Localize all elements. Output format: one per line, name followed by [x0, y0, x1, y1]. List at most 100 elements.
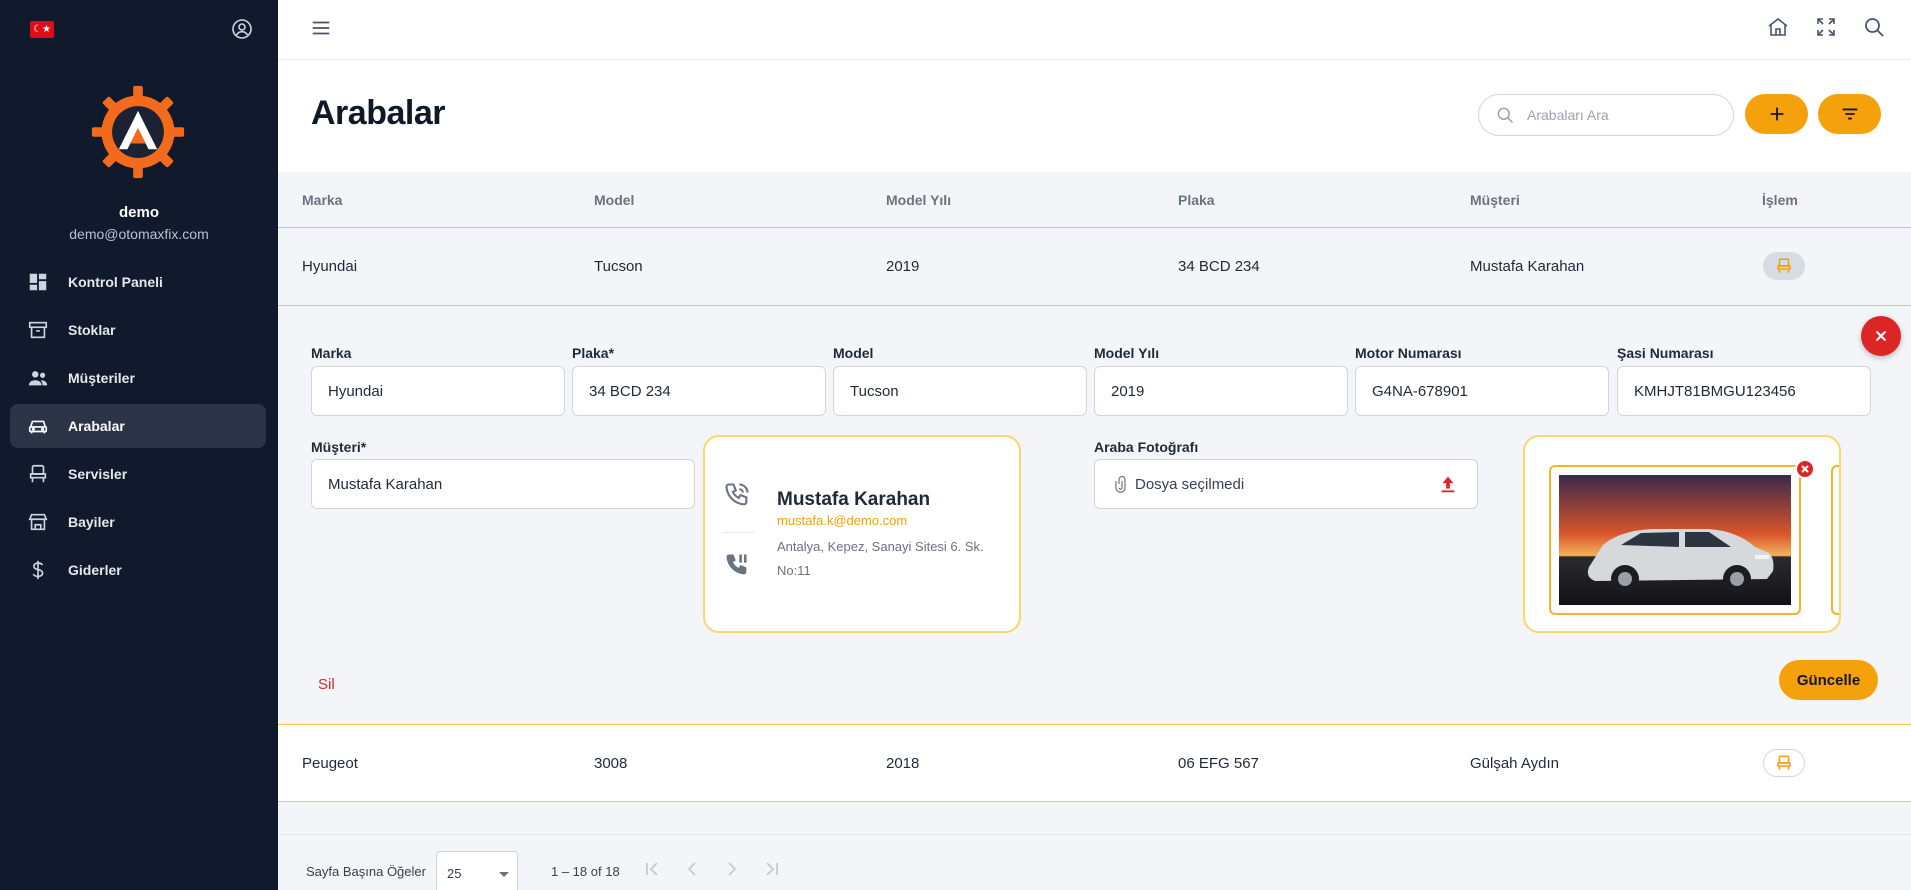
page-size-select[interactable]: 25: [436, 851, 518, 890]
column-header-plaka[interactable]: Plaka: [1178, 192, 1215, 208]
account-circle-icon[interactable]: [230, 17, 254, 41]
sidebar-item-label: Bayiler: [68, 514, 115, 530]
dashboard-icon: [29, 273, 47, 291]
customer-address: Antalya, Kepez, Sanayi Sitesi 6. Sk. No:…: [777, 539, 984, 578]
service-action-button[interactable]: [1763, 749, 1805, 777]
archive-icon: [28, 321, 48, 339]
service-action-button[interactable]: [1763, 252, 1805, 280]
cell-musteri: Mustafa Karahan: [1470, 258, 1585, 275]
label-plaka: Plaka*: [572, 345, 615, 361]
seat-icon: [29, 464, 47, 483]
column-header-model[interactable]: Model: [594, 192, 634, 208]
paginator: Sayfa Başına Öğeler 25 1 – 18 of 18: [278, 834, 1911, 890]
items-per-page-label: Sayfa Başına Öğeler: [306, 864, 426, 879]
app-logo: [91, 85, 185, 179]
home-icon[interactable]: [1766, 15, 1790, 39]
seat-icon: [1777, 755, 1791, 770]
cell-plaka: 06 EFG 567: [1178, 755, 1259, 772]
column-header-model-yili[interactable]: Model Yılı: [886, 192, 951, 208]
user-name: demo: [118, 204, 159, 221]
previous-page-icon[interactable]: [680, 857, 704, 881]
column-header-marka[interactable]: Marka: [302, 192, 342, 208]
filter-button[interactable]: [1818, 94, 1881, 134]
people-icon: [28, 371, 48, 386]
label-araba-fotografi: Araba Fotoğrafı: [1094, 439, 1199, 455]
sidebar-item-label: Kontrol Paneli: [68, 274, 163, 290]
car-icon: [28, 420, 48, 434]
close-icon: [1875, 330, 1887, 342]
remove-photo-button[interactable]: [1795, 459, 1815, 479]
search-input[interactable]: [1527, 107, 1707, 123]
motor-numarasi-field[interactable]: G4NA-678901: [1355, 366, 1609, 416]
car-search[interactable]: [1478, 94, 1734, 136]
table-header: Marka Model Model Yılı Plaka Müşteri İşl…: [278, 172, 1911, 228]
last-page-icon[interactable]: [760, 857, 784, 881]
sidebar: ☾★ demo demo@otomaxfix.com Kontrol Panel…: [0, 0, 278, 890]
plaka-field[interactable]: 34 BCD 234: [572, 366, 826, 416]
add-car-button[interactable]: [1745, 94, 1808, 134]
cars-table: Marka Model Model Yılı Plaka Müşteri İşl…: [278, 172, 1911, 834]
model-field[interactable]: Tucson: [833, 366, 1087, 416]
phone-call-icon: [725, 483, 749, 506]
update-button[interactable]: Güncelle: [1779, 660, 1878, 700]
column-header-musteri[interactable]: Müşteri: [1470, 192, 1520, 208]
sidebar-item-bayiler[interactable]: Bayiler: [10, 500, 266, 544]
label-model: Model: [833, 345, 874, 361]
label-model-yili: Model Yılı: [1094, 345, 1160, 361]
sidebar-item-label: Giderler: [68, 562, 122, 578]
table-row[interactable]: Peugeot 3008 2018 06 EFG 567 Gülşah Aydı…: [278, 724, 1911, 802]
cell-model-yili: 2019: [886, 258, 920, 275]
customer-name: Mustafa Karahan: [777, 489, 931, 510]
fullscreen-icon[interactable]: [1814, 15, 1838, 39]
user-email: demo@otomaxfix.com: [69, 226, 209, 242]
car-photo-gallery: [1523, 435, 1841, 633]
sidebar-item-kontrol-paneli[interactable]: Kontrol Paneli: [10, 260, 266, 304]
next-page-icon[interactable]: [720, 857, 744, 881]
sidebar-item-label: Stoklar: [68, 322, 116, 338]
cell-model-yili: 2018: [886, 755, 920, 772]
musteri-field[interactable]: Mustafa Karahan: [311, 459, 695, 509]
label-musteri: Müşteri*: [311, 439, 367, 455]
label-sasi-numarasi: Şasi Numarası: [1617, 345, 1714, 361]
top-bar: [278, 0, 1911, 60]
sidebar-item-stoklar[interactable]: Stoklar: [10, 308, 266, 352]
sidebar-item-label: Arabalar: [68, 418, 125, 434]
sidebar-item-musteriler[interactable]: Müşteriler: [10, 356, 266, 400]
next-photo-thumbnail[interactable]: [1831, 465, 1839, 615]
car-photo-file-input[interactable]: Dosya seçilmedi: [1094, 459, 1478, 509]
turkish-flag-icon[interactable]: ☾★: [30, 21, 54, 38]
card-divider: [723, 532, 755, 533]
car-photo-image: [1559, 475, 1791, 605]
cell-model: Tucson: [594, 258, 643, 275]
label-marka: Marka: [311, 345, 352, 361]
customer-email[interactable]: mustafa.k@demo.com: [777, 513, 907, 528]
first-page-icon[interactable]: [640, 857, 664, 881]
customer-info-card: Mustafa Karahan mustafa.k@demo.com Antal…: [703, 435, 1021, 633]
close-icon: [1801, 465, 1809, 473]
sidebar-nav: Kontrol Paneli Stoklar Müşteriler Arabal…: [10, 260, 266, 596]
page-title: Arabalar: [311, 94, 445, 132]
page-header: Arabalar: [278, 60, 1911, 172]
car-photo-thumbnail[interactable]: [1549, 465, 1801, 615]
chevron-down-icon: [499, 872, 509, 877]
table-row[interactable]: Hyundai Tucson 2019 34 BCD 234 Mustafa K…: [278, 228, 1911, 306]
cell-musteri: Gülşah Aydın: [1470, 755, 1559, 772]
cell-marka: Peugeot: [302, 755, 358, 772]
model-yili-field[interactable]: 2019: [1094, 366, 1348, 416]
search-icon[interactable]: [1862, 15, 1886, 39]
marka-field[interactable]: Hyundai: [311, 366, 565, 416]
search-icon: [1497, 107, 1514, 124]
cell-marka: Hyundai: [302, 258, 358, 275]
upload-icon[interactable]: [1437, 473, 1459, 495]
car-detail-form: Marka Hyundai Plaka* 34 BCD 234 Model Tu…: [278, 306, 1911, 720]
sasi-numarasi-field[interactable]: KMHJT81BMGU123456: [1617, 366, 1871, 416]
sidebar-item-label: Müşteriler: [68, 370, 135, 386]
menu-icon[interactable]: [310, 17, 332, 39]
close-detail-button[interactable]: [1861, 316, 1901, 356]
cell-plaka: 34 BCD 234: [1178, 258, 1260, 275]
delete-button[interactable]: Sil: [318, 676, 335, 693]
sidebar-item-arabalar[interactable]: Arabalar: [10, 404, 266, 448]
page-size-value: 25: [447, 865, 462, 881]
sidebar-item-giderler[interactable]: Giderler: [10, 548, 266, 592]
sidebar-item-servisler[interactable]: Servisler: [10, 452, 266, 496]
